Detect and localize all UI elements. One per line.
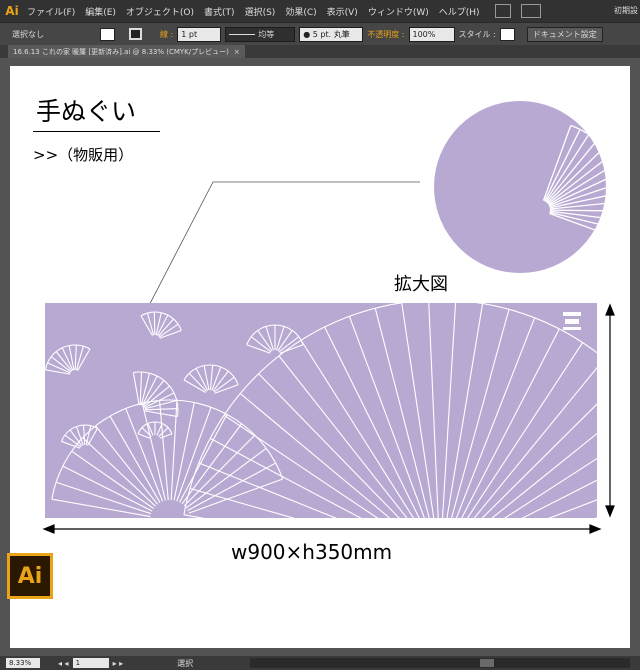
scrollbar-thumb[interactable] bbox=[480, 659, 494, 667]
height-dimension-arrow bbox=[605, 303, 615, 518]
tenugui-design[interactable] bbox=[45, 300, 640, 553]
zoom-circle[interactable] bbox=[434, 101, 630, 273]
brand-mark bbox=[563, 312, 581, 330]
page-number-field[interactable]: 1 bbox=[72, 658, 109, 668]
width-dimension-arrow bbox=[42, 524, 602, 534]
app-badge-icon: Ai bbox=[7, 553, 53, 599]
horizontal-scrollbar[interactable] bbox=[250, 658, 630, 668]
nav-arrows-icon[interactable]: ◂ ◂ bbox=[58, 659, 69, 668]
status-tool: 選択 bbox=[177, 658, 194, 668]
zoom-level-field[interactable]: 8.33% bbox=[6, 658, 40, 668]
nav-arrows-next-icon[interactable]: ▸ ▸ bbox=[113, 659, 124, 668]
artwork-canvas bbox=[42, 101, 640, 553]
